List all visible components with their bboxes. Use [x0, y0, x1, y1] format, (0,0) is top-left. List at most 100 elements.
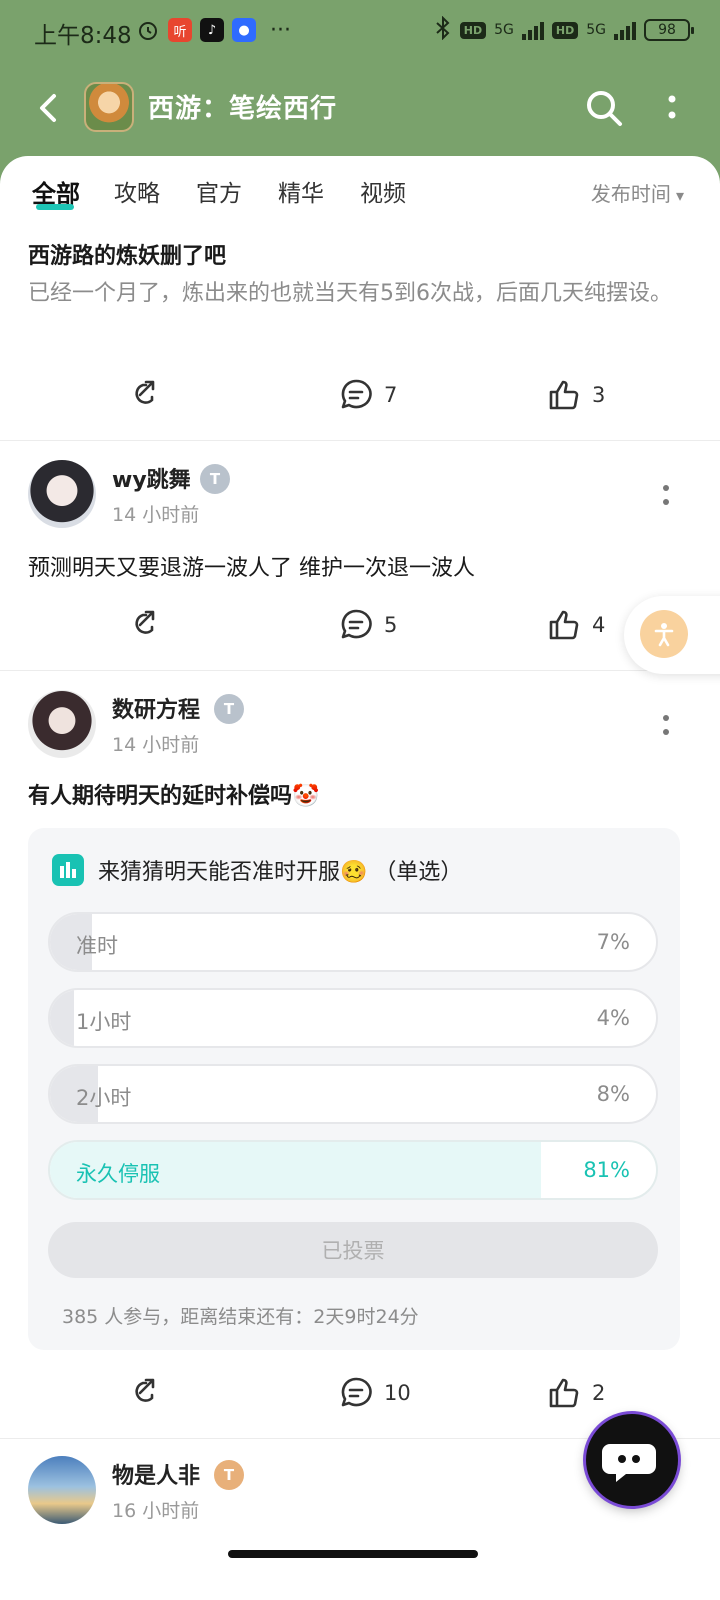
battery-icon: 98	[644, 19, 694, 41]
poll-option-label: 永久停服	[76, 1162, 160, 1186]
share-button[interactable]	[122, 600, 158, 650]
search-button[interactable]	[582, 86, 626, 130]
poll-option[interactable]: 2小时 8%	[48, 1064, 658, 1124]
comment-icon	[341, 609, 372, 639]
listen-app-icon: 听	[168, 18, 192, 42]
tab-video[interactable]: 视频	[360, 174, 406, 208]
tab-guides[interactable]: 攻略	[114, 174, 160, 208]
comment-button[interactable]: 5	[338, 600, 397, 650]
poll-option-label: 准时	[76, 934, 118, 958]
like-button[interactable]: 2	[546, 1368, 605, 1418]
avatar[interactable]	[28, 1456, 96, 1524]
post-author: wy跳舞 T 14 小时前	[0, 460, 720, 540]
signal-label: 5G	[494, 22, 514, 38]
share-icon	[135, 380, 155, 404]
like-count: 4	[592, 613, 606, 637]
comment-button[interactable]: 10	[338, 1368, 411, 1418]
share-icon	[135, 1378, 155, 1402]
poll-option-selected[interactable]: 永久停服 81%	[48, 1140, 658, 1200]
post-body[interactable]: 已经一个月了，炼出来的也就当天有5到6次战，后面几天纯摆设。	[28, 274, 678, 314]
battery-level: 98	[658, 22, 676, 38]
chat-bubble-icon	[602, 1444, 656, 1482]
share-button[interactable]	[122, 1368, 158, 1418]
post-divider	[0, 670, 720, 671]
tiktok-icon: ♪	[200, 18, 224, 42]
accessibility-button[interactable]	[624, 596, 720, 674]
hd-icon-2: HD	[551, 21, 579, 39]
poll-option-fill	[50, 990, 75, 1046]
like-count: 2	[592, 1381, 606, 1405]
poll-chart-icon	[52, 854, 84, 886]
voted-button[interactable]: 已投票	[48, 1222, 658, 1278]
signal-label-2: 5G	[586, 22, 606, 38]
tab-featured[interactable]: 精华	[278, 174, 324, 208]
poll-option-label: 1小时	[76, 1010, 132, 1034]
poll-option-percent: 8%	[596, 1082, 630, 1106]
accessibility-icon	[640, 610, 688, 658]
author-name[interactable]: 数研方程	[112, 692, 200, 724]
post-author: 数研方程 T 14 小时前	[0, 690, 720, 770]
avatar[interactable]	[28, 460, 96, 528]
poll-title: 来猜猜明天能否准时开服🥴 （单选）	[98, 860, 463, 885]
level-badge-icon: T	[200, 464, 230, 494]
hd-icon: HD	[459, 21, 487, 39]
author-name[interactable]: wy跳舞	[112, 462, 191, 494]
browser-app-icon: ●	[232, 18, 256, 42]
post-text[interactable]: 预测明天又要退游一波人了 维护一次退一波人	[28, 550, 475, 582]
thumbs-up-icon	[549, 610, 579, 640]
tab-bar: 全部 攻略 官方 精华 视频 发布时间	[0, 156, 720, 222]
thumbs-up-icon	[549, 1378, 579, 1408]
chat-fab-button[interactable]	[586, 1414, 678, 1506]
status-bar: 上午8:48 听 ♪ ● ··· HD 5G HD 5G 98	[0, 0, 720, 64]
back-arrow-icon	[40, 94, 56, 122]
poll-card: 来猜猜明天能否准时开服🥴 （单选） 准时 7% 1小时 4% 2小时 8% 永久…	[28, 828, 680, 1350]
tab-official[interactable]: 官方	[196, 174, 242, 208]
post-actions: 5 4	[0, 600, 720, 650]
post-menu-icon[interactable]	[660, 480, 672, 510]
page-title: 西游：笔绘西行	[148, 94, 338, 124]
poll-option-percent: 4%	[596, 1006, 630, 1030]
signal-icon	[521, 20, 544, 40]
sort-dropdown[interactable]: 发布时间	[591, 178, 684, 207]
poll-footer: 385 人参与，距离结束还有：2天9时24分	[62, 1306, 419, 1328]
status-time: 上午8:48	[34, 23, 132, 49]
avatar[interactable]	[28, 690, 96, 758]
status-right: HD 5G HD 5G 98	[434, 15, 694, 44]
share-icon	[135, 610, 155, 634]
alarm-icon	[136, 18, 160, 42]
like-button[interactable]: 4	[546, 600, 605, 650]
back-button[interactable]	[28, 86, 72, 130]
comment-count: 5	[384, 613, 398, 637]
author-name[interactable]: 物是人非	[112, 1458, 200, 1490]
like-button[interactable]: 3	[546, 370, 605, 420]
post-time: 16 小时前	[112, 1500, 200, 1522]
post-menu-icon[interactable]	[660, 710, 672, 740]
poll-option[interactable]: 1小时 4%	[48, 988, 658, 1048]
comment-button[interactable]: 7	[338, 370, 397, 420]
level-badge-icon: T	[214, 694, 244, 724]
post-text[interactable]: 有人期待明天的延时补偿吗🤡	[28, 778, 319, 810]
like-count: 3	[592, 383, 606, 407]
home-indicator[interactable]	[228, 1550, 478, 1558]
poll-option-percent: 7%	[596, 930, 630, 954]
comment-icon	[341, 379, 372, 409]
comment-count: 10	[384, 1381, 411, 1405]
more-options-button[interactable]	[654, 86, 690, 130]
post-actions: 10 2	[0, 1368, 720, 1418]
poll-option-label: 2小时	[76, 1086, 132, 1110]
post-time: 14 小时前	[112, 504, 200, 526]
post-title[interactable]: 西游路的炼妖删了吧	[28, 238, 226, 270]
game-avatar[interactable]	[84, 82, 134, 132]
bluetooth-icon	[434, 15, 452, 44]
search-icon	[587, 91, 622, 126]
level-badge-icon: T	[214, 1460, 244, 1490]
content-panel: 全部 攻略 官方 精华 视频 发布时间 西游路的炼妖删了吧 已经一个月了，炼出来…	[0, 156, 720, 1600]
thumbs-up-icon	[549, 380, 579, 410]
poll-option-percent: 81%	[583, 1158, 630, 1182]
post-actions: 7 3	[0, 370, 720, 420]
poll-option[interactable]: 准时 7%	[48, 912, 658, 972]
share-button[interactable]	[122, 370, 158, 420]
more-notifications-icon: ···	[270, 18, 291, 43]
post-time: 14 小时前	[112, 734, 200, 756]
active-tab-indicator	[36, 204, 74, 210]
